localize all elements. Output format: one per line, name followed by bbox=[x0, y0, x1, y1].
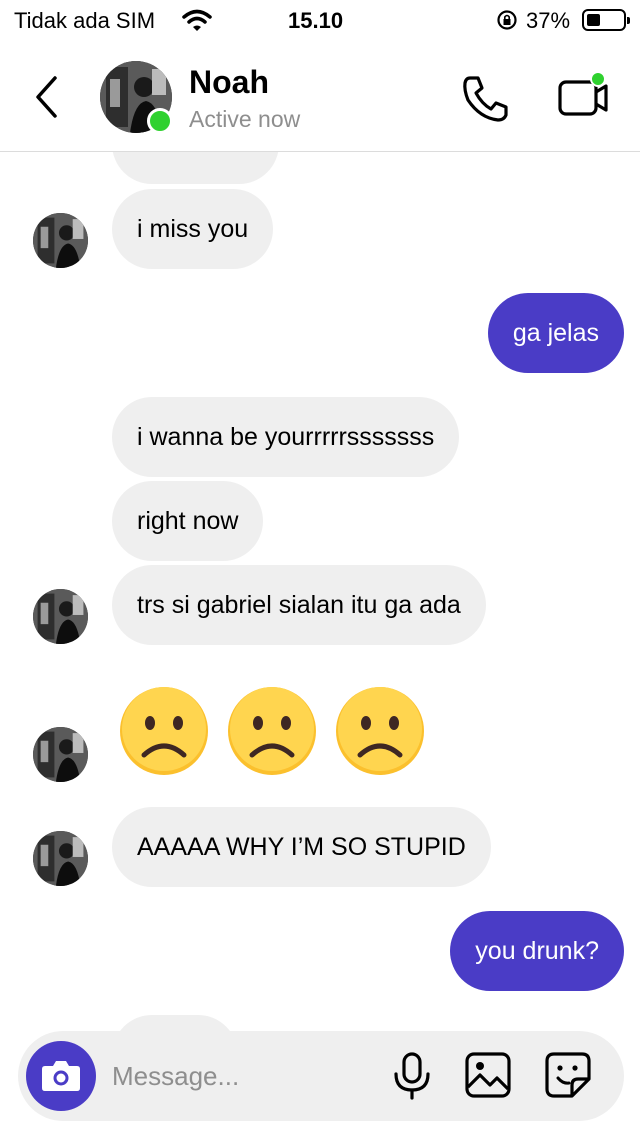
online-indicator bbox=[147, 108, 173, 134]
sticker-button[interactable] bbox=[544, 1051, 592, 1099]
message-text: nevermind bbox=[137, 152, 254, 158]
camera-icon bbox=[42, 1061, 80, 1091]
battery-percent: 37% bbox=[526, 8, 571, 33]
message-text: ga jelas bbox=[512, 319, 599, 347]
message-text: AAAAA WHY I’M SO STUPID bbox=[137, 833, 466, 861]
message-bubble-incoming[interactable]: i miss you bbox=[112, 189, 274, 269]
sender-avatar[interactable] bbox=[33, 213, 88, 268]
frowning-face-icon bbox=[228, 687, 316, 775]
camera-button[interactable] bbox=[26, 1041, 96, 1111]
video-active-dot bbox=[590, 71, 606, 87]
message-composer bbox=[18, 1031, 624, 1121]
status-bar: Tidak ada SIM 15.10 37% bbox=[0, 0, 640, 44]
microphone-icon bbox=[394, 1052, 430, 1100]
chat-header: Noah Active now bbox=[0, 44, 640, 152]
sender-avatar[interactable] bbox=[33, 727, 88, 782]
message-list[interactable]: nevermind i miss you ga jelas i wanna be… bbox=[0, 152, 640, 1136]
clock: 15.10 bbox=[288, 8, 344, 33]
battery-nub bbox=[627, 17, 630, 24]
battery-icon bbox=[582, 9, 630, 31]
rotation-lock-icon bbox=[496, 9, 518, 37]
contact-status: Active now bbox=[189, 106, 301, 132]
message-bubble-incoming[interactable]: trs si gabriel sialan itu ga ada bbox=[112, 565, 486, 645]
back-button[interactable] bbox=[28, 74, 68, 120]
message-bubble-incoming[interactable]: i wanna be yourrrrrsssssss bbox=[112, 397, 460, 477]
gallery-button[interactable] bbox=[464, 1051, 512, 1099]
message-text: trs si gabriel sialan itu ga ada bbox=[137, 591, 461, 619]
message-bubble-incoming[interactable]: nevermind bbox=[112, 152, 279, 184]
message-bubble-incoming[interactable]: AAAAA WHY I’M SO STUPID bbox=[112, 807, 491, 887]
wifi-icon bbox=[182, 8, 212, 38]
message-bubble-outgoing[interactable]: ga jelas bbox=[487, 293, 624, 373]
avatar-photo bbox=[33, 589, 88, 644]
sticker-icon bbox=[545, 1052, 591, 1098]
message-text: i wanna be yourrrrrsssssss bbox=[137, 423, 435, 451]
battery-fill bbox=[587, 14, 600, 26]
avatar-photo bbox=[33, 727, 88, 782]
message-bubble-outgoing[interactable]: you drunk? bbox=[450, 911, 624, 991]
message-bubble-incoming[interactable]: right now bbox=[112, 481, 264, 561]
sender-avatar[interactable] bbox=[33, 589, 88, 644]
avatar-photo bbox=[33, 831, 88, 886]
phone-icon bbox=[463, 76, 508, 122]
avatar-photo bbox=[33, 213, 88, 268]
contact-name[interactable]: Noah bbox=[189, 64, 269, 101]
voice-message-button[interactable] bbox=[391, 1051, 433, 1101]
carrier-label: Tidak ada SIM bbox=[14, 8, 156, 33]
message-text: right now bbox=[137, 507, 239, 535]
voice-call-button[interactable] bbox=[460, 72, 512, 124]
message-text: i miss you bbox=[137, 215, 249, 243]
message-text: you drunk? bbox=[475, 937, 599, 965]
frowning-face-icon bbox=[120, 687, 208, 775]
back-chevron-icon bbox=[36, 76, 57, 118]
message-input[interactable] bbox=[112, 1056, 372, 1096]
sender-avatar[interactable] bbox=[33, 831, 88, 886]
gallery-icon bbox=[465, 1052, 511, 1098]
frowning-face-icon bbox=[336, 687, 424, 775]
